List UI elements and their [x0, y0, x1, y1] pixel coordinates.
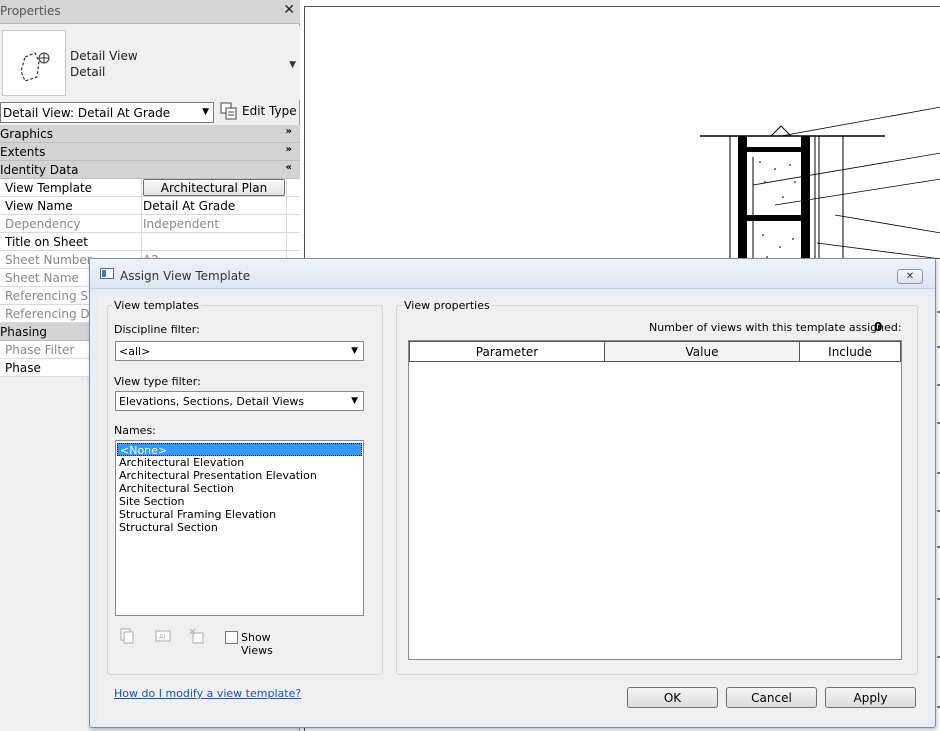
prop-row-dependency: Dependency Independent: [0, 215, 300, 233]
template-count-value: 0: [874, 320, 883, 334]
list-item[interactable]: Architectural Elevation: [117, 456, 362, 469]
view-properties-table[interactable]: Parameter Value Include: [408, 340, 902, 660]
svg-text:AI: AI: [159, 633, 166, 641]
window-icon: [100, 268, 114, 279]
type-family-name: Detail View: [70, 49, 138, 63]
view-type-filter-dropdown[interactable]: Elevations, Sections, Detail Views ▼: [115, 391, 364, 411]
column-header-value[interactable]: Value: [604, 341, 800, 362]
close-button[interactable]: ✕: [897, 269, 923, 284]
rename-icon[interactable]: AI: [155, 628, 171, 644]
expand-icon[interactable]: »: [286, 126, 292, 137]
instance-filter-value: Detail View: Detail At Grade: [3, 106, 171, 120]
collapse-icon[interactable]: «: [286, 162, 292, 173]
view-properties-group-label: View properties: [402, 299, 492, 312]
view-template-button[interactable]: Architectural Plan: [143, 179, 285, 196]
apply-button[interactable]: Apply: [825, 687, 916, 708]
ok-button[interactable]: OK: [627, 687, 718, 708]
view-name-field[interactable]: Detail At Grade: [143, 199, 285, 213]
type-selector[interactable]: Detail View Detail ▼: [0, 26, 300, 100]
type-name: Detail: [70, 65, 106, 79]
column-header-parameter[interactable]: Parameter: [409, 341, 605, 362]
instance-filter-dropdown[interactable]: Detail View: Detail At Grade ▼: [0, 102, 214, 123]
properties-title-bar: Properties ✕: [0, 0, 300, 24]
section-graphics[interactable]: Graphics »: [0, 125, 300, 143]
names-listbox[interactable]: <None> Architectural Elevation Architect…: [115, 440, 364, 616]
list-item[interactable]: Architectural Presentation Elevation: [117, 469, 362, 482]
view-type-filter-label: View type filter:: [114, 375, 201, 388]
chevron-down-icon[interactable]: ▼: [202, 107, 209, 117]
prop-row-title-on-sheet: Title on Sheet: [0, 233, 300, 251]
edit-type-button[interactable]: Edit Type: [220, 101, 298, 123]
list-item[interactable]: <None>: [117, 443, 362, 457]
list-item[interactable]: Structural Section: [117, 521, 362, 534]
chevron-down-icon: ▼: [351, 346, 358, 356]
view-templates-group-label: View templates: [112, 299, 201, 312]
show-views-checkbox[interactable]: Show Views: [225, 631, 305, 657]
template-count-label: Number of views with this template assig…: [649, 321, 902, 334]
prop-row-view-template: View Template Architectural Plan: [0, 179, 300, 197]
discipline-filter-dropdown[interactable]: <all> ▼: [115, 341, 364, 361]
close-icon[interactable]: ✕: [283, 2, 295, 18]
names-label: Names:: [114, 424, 156, 437]
properties-title: Properties: [0, 4, 61, 18]
column-header-include[interactable]: Include: [799, 341, 901, 362]
dialog-body: View templates Discipline filter: <all> …: [98, 297, 929, 721]
discipline-filter-label: Discipline filter:: [114, 323, 200, 336]
detail-view-icon: [2, 30, 66, 96]
list-item[interactable]: Structural Framing Elevation: [117, 508, 362, 521]
chevron-down-icon: ▼: [351, 396, 358, 406]
cancel-button[interactable]: Cancel: [726, 687, 817, 708]
section-identity-data[interactable]: Identity Data «: [0, 161, 300, 179]
edit-type-icon: [220, 102, 237, 120]
assign-view-template-dialog: Assign View Template ✕ View templates Di…: [89, 258, 936, 728]
edit-type-label: Edit Type: [242, 104, 297, 118]
prop-row-view-name: View Name Detail At Grade: [0, 197, 300, 215]
checkbox-box[interactable]: [225, 631, 238, 644]
delete-icon[interactable]: [189, 628, 205, 644]
expand-icon[interactable]: »: [286, 144, 292, 155]
chevron-down-icon[interactable]: ▼: [289, 60, 296, 70]
duplicate-icon[interactable]: [119, 628, 135, 644]
dialog-title-bar[interactable]: Assign View Template ✕: [90, 259, 935, 289]
show-views-label: Show Views: [241, 631, 273, 657]
help-link[interactable]: How do I modify a view template?: [114, 687, 301, 700]
section-extents[interactable]: Extents »: [0, 143, 300, 161]
list-item[interactable]: Site Section: [117, 495, 362, 508]
list-item[interactable]: Architectural Section: [117, 482, 362, 495]
dialog-title: Assign View Template: [120, 269, 251, 283]
